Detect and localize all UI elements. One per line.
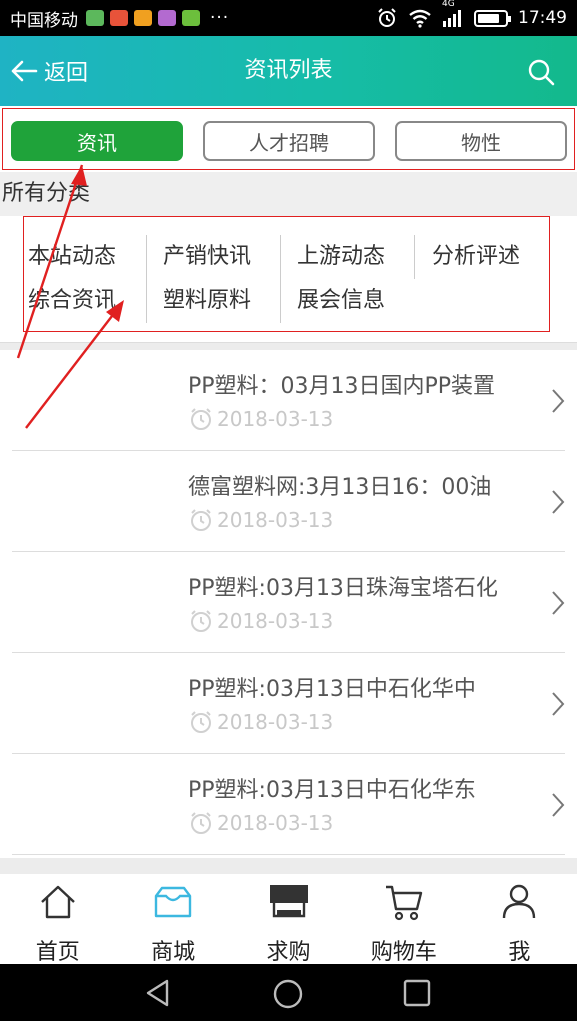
news-list: PP塑料：03月13日国内PP装置 2018-03-13 德富塑料网:3月13日… <box>0 350 577 858</box>
wifi-icon <box>409 9 431 28</box>
cart-icon <box>385 885 423 921</box>
bottom-navigation: 首页 商城 求购 购物车 我 <box>0 874 577 965</box>
chevron-right-icon <box>552 793 565 817</box>
system-navigation-bar <box>0 964 577 1021</box>
inbox-icon <box>154 886 192 918</box>
news-title: PP塑料:03月13日珠海宝塔石化 <box>188 576 498 601</box>
nav-home[interactable]: 首页 <box>0 874 115 965</box>
section-divider <box>0 858 577 874</box>
user-icon <box>503 884 536 919</box>
tab-bar: 资讯 人才招聘 物性 <box>2 108 575 170</box>
news-title: PP塑料:03月13日中石化华中 <box>188 677 476 702</box>
news-date: 2018-03-13 <box>188 406 333 432</box>
notification-app-icon <box>86 10 104 26</box>
nav-cart[interactable]: 购物车 <box>346 874 461 965</box>
clock-icon <box>191 711 211 733</box>
notification-app-icon <box>110 10 128 26</box>
category-divider <box>146 235 147 323</box>
news-date: 2018-03-13 <box>188 709 333 735</box>
nav-mall[interactable]: 商城 <box>115 874 230 965</box>
chevron-right-icon <box>552 591 565 615</box>
category-heading: 所有分类 <box>0 172 577 216</box>
news-date-text: 2018-03-13 <box>217 710 334 734</box>
news-list-item[interactable]: PP塑料:03月13日珠海宝塔石化 2018-03-13 <box>12 552 565 653</box>
news-date-text: 2018-03-13 <box>217 508 334 532</box>
notification-app-icon <box>182 10 200 26</box>
clock-icon <box>191 812 211 834</box>
battery-icon <box>474 9 511 27</box>
category-grid: 本站动态 产销快讯 上游动态 分析评述 综合资讯 塑料原料 展会信息 <box>23 216 550 332</box>
category-site-news[interactable]: 本站动态 <box>28 237 116 277</box>
chevron-right-icon <box>552 692 565 716</box>
signal-icon: 4G <box>442 0 464 27</box>
category-analysis[interactable]: 分析评述 <box>432 237 520 277</box>
clock-icon <box>191 408 211 430</box>
nav-label: 商城 <box>151 940 196 965</box>
news-date: 2018-03-13 <box>188 608 333 634</box>
home-icon <box>40 885 75 919</box>
notification-app-icon <box>134 10 152 26</box>
category-exhibition[interactable]: 展会信息 <box>297 281 385 321</box>
news-title: PP塑料：03月13日国内PP装置 <box>188 374 496 399</box>
news-list-item[interactable]: 德富塑料网:3月13日16：00油 2018-03-13 <box>12 451 565 552</box>
category-plastic-raw[interactable]: 塑料原料 <box>163 281 251 321</box>
nav-label: 我 <box>508 940 531 965</box>
news-list-item[interactable]: PP塑料:03月13日中石化华中 2018-03-13 <box>12 653 565 754</box>
tab-news[interactable]: 资讯 <box>11 121 183 161</box>
news-date: 2018-03-13 <box>188 507 333 533</box>
tab-material-properties[interactable]: 物性 <box>395 121 567 161</box>
recents-square-icon[interactable] <box>402 978 432 1008</box>
news-date-text: 2018-03-13 <box>217 609 334 633</box>
clock-icon <box>191 610 211 632</box>
search-icon[interactable] <box>527 58 555 86</box>
notification-app-icon <box>158 10 176 26</box>
home-circle-icon[interactable] <box>272 978 304 1010</box>
section-divider <box>0 342 577 350</box>
category-production-sales[interactable]: 产销快讯 <box>163 237 251 277</box>
app-header: 返回 资讯列表 <box>0 36 577 106</box>
news-date-text: 2018-03-13 <box>217 407 334 431</box>
news-title: 德富塑料网:3月13日16：00油 <box>188 475 492 500</box>
clock: 17:49 <box>518 8 567 28</box>
nav-purchase[interactable]: 求购 <box>231 874 346 965</box>
category-divider <box>280 235 281 323</box>
back-triangle-icon[interactable] <box>143 978 173 1008</box>
news-list-item[interactable]: PP塑料：03月13日国内PP装置 2018-03-13 <box>12 350 565 451</box>
news-date: 2018-03-13 <box>188 810 333 836</box>
category-panel: 本站动态 产销快讯 上游动态 分析评述 综合资讯 塑料原料 展会信息 <box>0 216 577 342</box>
nav-label: 首页 <box>35 940 80 965</box>
more-notifications-dots: ··· <box>210 8 230 28</box>
nav-label: 购物车 <box>370 940 437 965</box>
status-bar: 中国移动 ··· 4G 17:49 <box>0 0 577 36</box>
alarm-icon <box>378 8 396 27</box>
category-upstream[interactable]: 上游动态 <box>297 237 385 277</box>
clock-icon <box>191 509 211 531</box>
tab-recruitment[interactable]: 人才招聘 <box>203 121 375 161</box>
network-type-label: 4G <box>442 0 455 9</box>
news-list-item[interactable]: PP塑料:03月13日中石化华东 2018-03-13 <box>12 754 565 855</box>
chevron-right-icon <box>552 490 565 514</box>
storefront-icon <box>269 885 308 918</box>
page-title: 资讯列表 <box>244 58 333 83</box>
news-date-text: 2018-03-13 <box>217 811 334 835</box>
nav-me[interactable]: 我 <box>462 874 577 965</box>
news-title: PP塑料:03月13日中石化华东 <box>188 778 476 803</box>
carrier-name: 中国移动 <box>10 10 78 31</box>
nav-label: 求购 <box>266 940 311 965</box>
category-divider <box>414 235 415 279</box>
category-general-news[interactable]: 综合资讯 <box>28 281 116 321</box>
chevron-right-icon <box>552 389 565 413</box>
